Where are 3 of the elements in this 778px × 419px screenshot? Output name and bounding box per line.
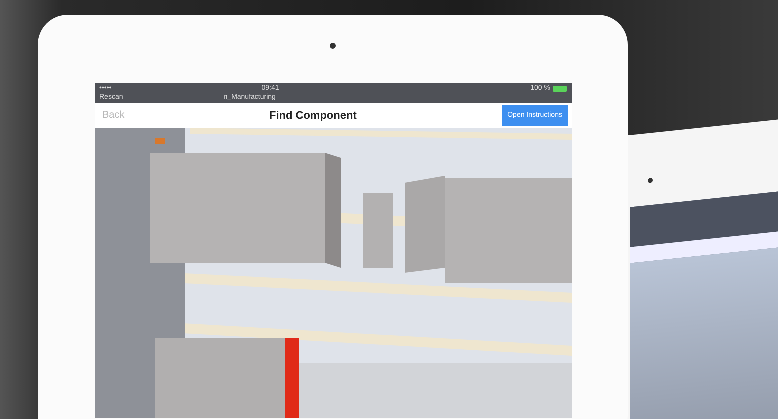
battery-icon [552,86,566,92]
nav-title: Find Component [269,110,357,122]
camera-icon [330,43,336,49]
